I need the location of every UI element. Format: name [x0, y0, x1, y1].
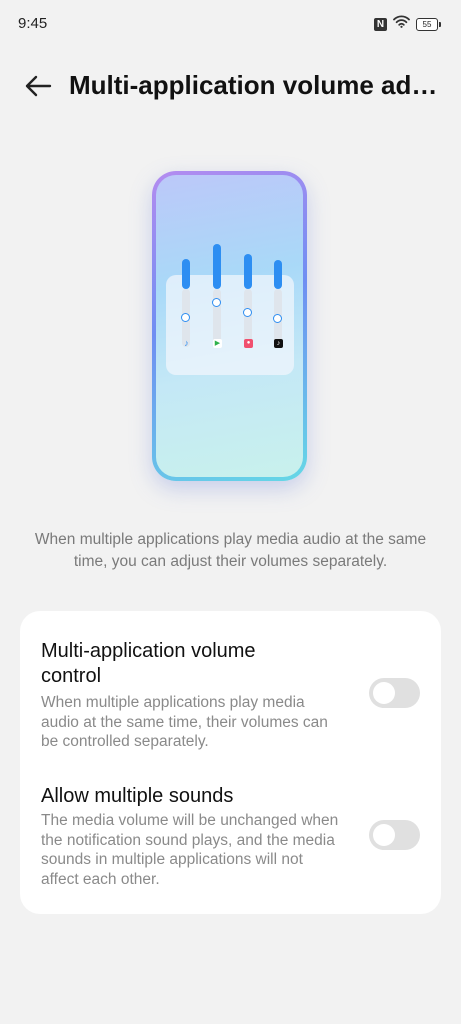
arrow-left-icon — [24, 75, 52, 102]
setting-description: When multiple applications play media au… — [41, 694, 328, 750]
status-bar: 9:45 N 55 — [0, 0, 461, 48]
toggle-knob — [373, 824, 395, 846]
app-icon: ● — [244, 339, 253, 348]
setting-title: Allow multiple sounds — [41, 785, 234, 807]
setting-multi-app-volume[interactable]: Multi-application volume control When mu… — [20, 611, 441, 761]
setting-allow-multiple-sounds[interactable]: Allow multiple sounds The media volume w… — [20, 771, 441, 914]
setting-description: The media volume will be unchanged when … — [41, 812, 339, 888]
toggle-knob — [373, 682, 395, 704]
app-bar: Multi-application volume adj… — [0, 60, 461, 116]
volume-illustration: ♪ ▶ ● ♪ — [152, 171, 307, 481]
play-icon: ▶ — [213, 339, 222, 348]
setting-title: Multi-application volume control — [41, 640, 256, 687]
wifi-icon — [393, 15, 410, 33]
nfc-icon: N — [374, 17, 387, 31]
feature-description: When multiple applications play media au… — [34, 531, 427, 570]
settings-card: Multi-application volume control When mu… — [20, 611, 441, 914]
multi-app-volume-toggle[interactable] — [369, 678, 420, 708]
volume-mixer-card: ♪ ▶ ● ♪ — [166, 244, 294, 375]
tiktok-icon: ♪ — [274, 339, 283, 348]
status-icons: N 55 — [374, 15, 441, 33]
battery-level: 55 — [416, 17, 438, 31]
phone-frame: ♪ ▶ ● ♪ — [152, 171, 307, 481]
page-title: Multi-application volume adj… — [69, 70, 439, 100]
phone-screen: ♪ ▶ ● ♪ — [156, 175, 303, 477]
status-time: 9:45 — [18, 15, 48, 32]
battery-icon: 55 — [416, 17, 441, 31]
allow-multiple-sounds-toggle[interactable] — [369, 820, 420, 850]
music-note-icon: ♪ — [184, 338, 189, 348]
back-button[interactable] — [18, 72, 58, 104]
